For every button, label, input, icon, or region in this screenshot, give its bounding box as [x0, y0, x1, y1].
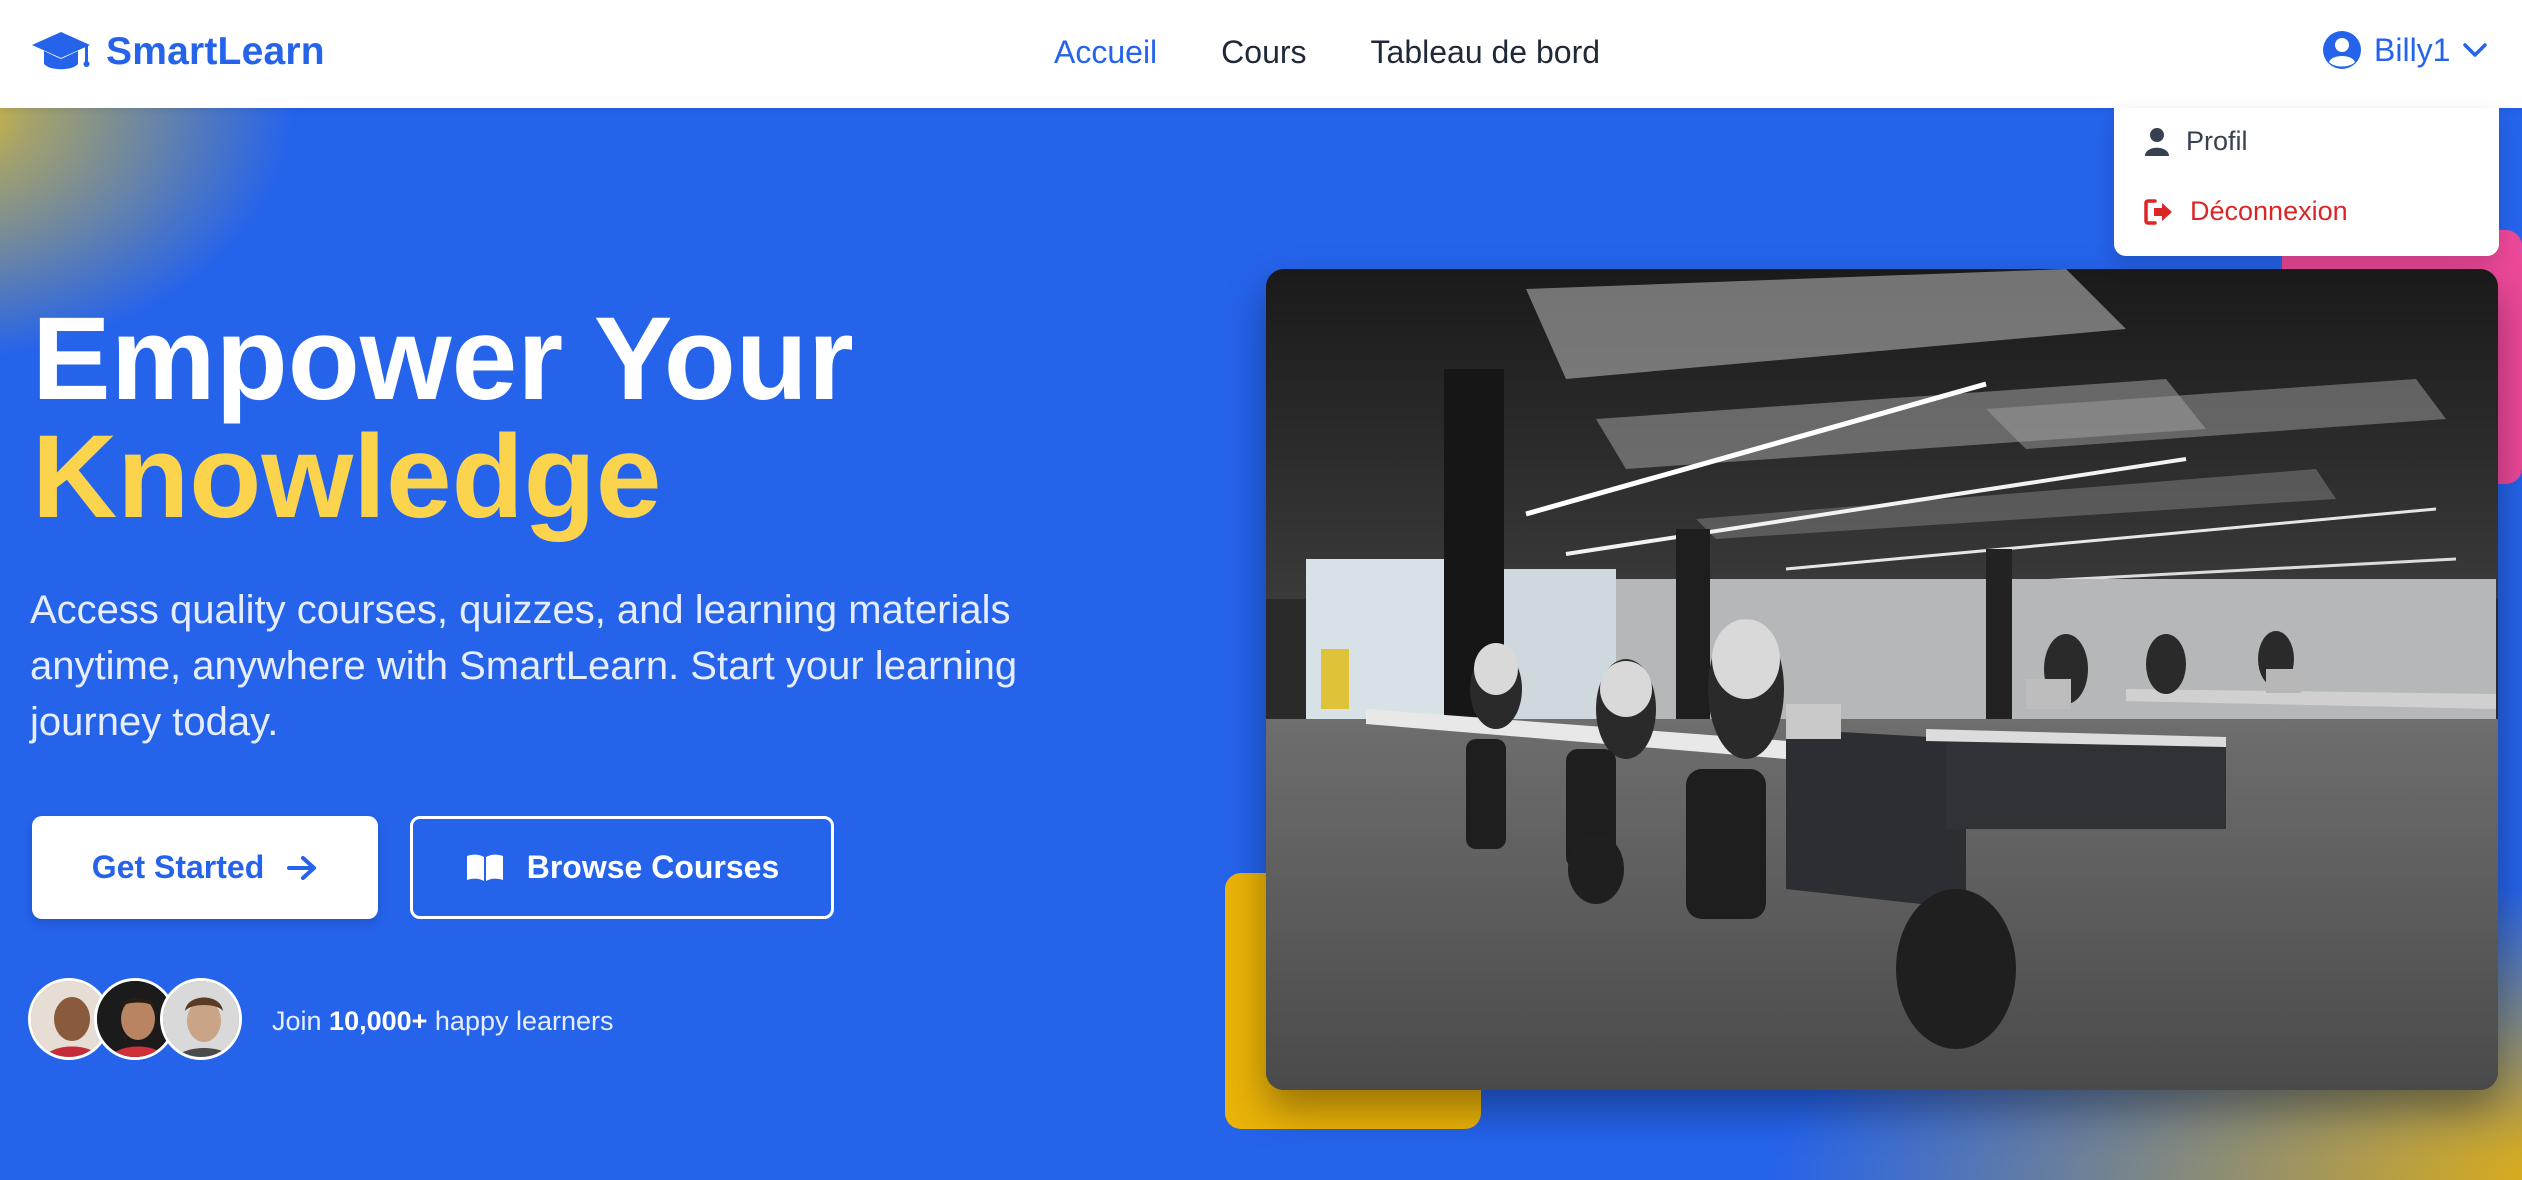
dropdown-item-deconnexion[interactable]: Déconnexion — [2144, 196, 2348, 227]
user-name: Billy1 — [2374, 31, 2451, 68]
nav-link-cours[interactable]: Cours — [1221, 34, 1306, 71]
dropdown-label-profil: Profil — [2186, 126, 2248, 156]
browse-courses-button[interactable]: Browse Courses — [410, 816, 834, 919]
chevron-down-icon — [2463, 43, 2488, 57]
join-prefix: Join — [272, 1006, 330, 1036]
brand-name: SmartLearn — [106, 30, 325, 73]
open-book-icon — [466, 854, 503, 881]
dropdown-label-deconnexion: Déconnexion — [2190, 196, 2348, 226]
user-menu-toggle[interactable]: Billy1 — [2322, 30, 2488, 70]
nav-link-tableau-de-bord[interactable]: Tableau de bord — [1371, 34, 1601, 71]
dropdown-item-profil[interactable]: Profil — [2144, 126, 2248, 157]
hero-subtitle: Access quality courses, quizzes, and lea… — [30, 588, 1018, 744]
user-icon — [2145, 127, 2169, 156]
nav-link-accueil[interactable]: Accueil — [1054, 34, 1157, 71]
top-navbar: SmartLearn Accueil Cours Tableau de bord… — [0, 0, 2522, 108]
join-count: 10,000+ — [329, 1006, 428, 1036]
main-nav: Accueil Cours Tableau de bord — [1054, 34, 1600, 71]
join-text: Join 10,000+ happy learners — [272, 1006, 614, 1037]
user-dropdown-menu: Profil Déconnexion — [2114, 108, 2499, 256]
join-suffix: happy learners — [427, 1006, 614, 1036]
learner-avatars — [28, 978, 248, 1066]
avatar — [160, 978, 242, 1060]
brand-logo[interactable]: SmartLearn — [30, 28, 325, 76]
headline-line-1: Empower Your — [32, 293, 854, 425]
get-started-button[interactable]: Get Started — [32, 816, 378, 919]
hero-image-classroom — [1266, 269, 2498, 1090]
logout-icon — [2144, 198, 2172, 225]
hero-headline: Empower Your Knowledge — [32, 300, 854, 536]
get-started-label: Get Started — [91, 849, 265, 885]
graduation-cap-icon — [32, 32, 90, 70]
user-circle-icon — [2323, 31, 2361, 69]
browse-courses-label: Browse Courses — [526, 849, 780, 885]
headline-line-2: Knowledge — [32, 411, 662, 543]
arrow-right-icon — [287, 855, 317, 880]
